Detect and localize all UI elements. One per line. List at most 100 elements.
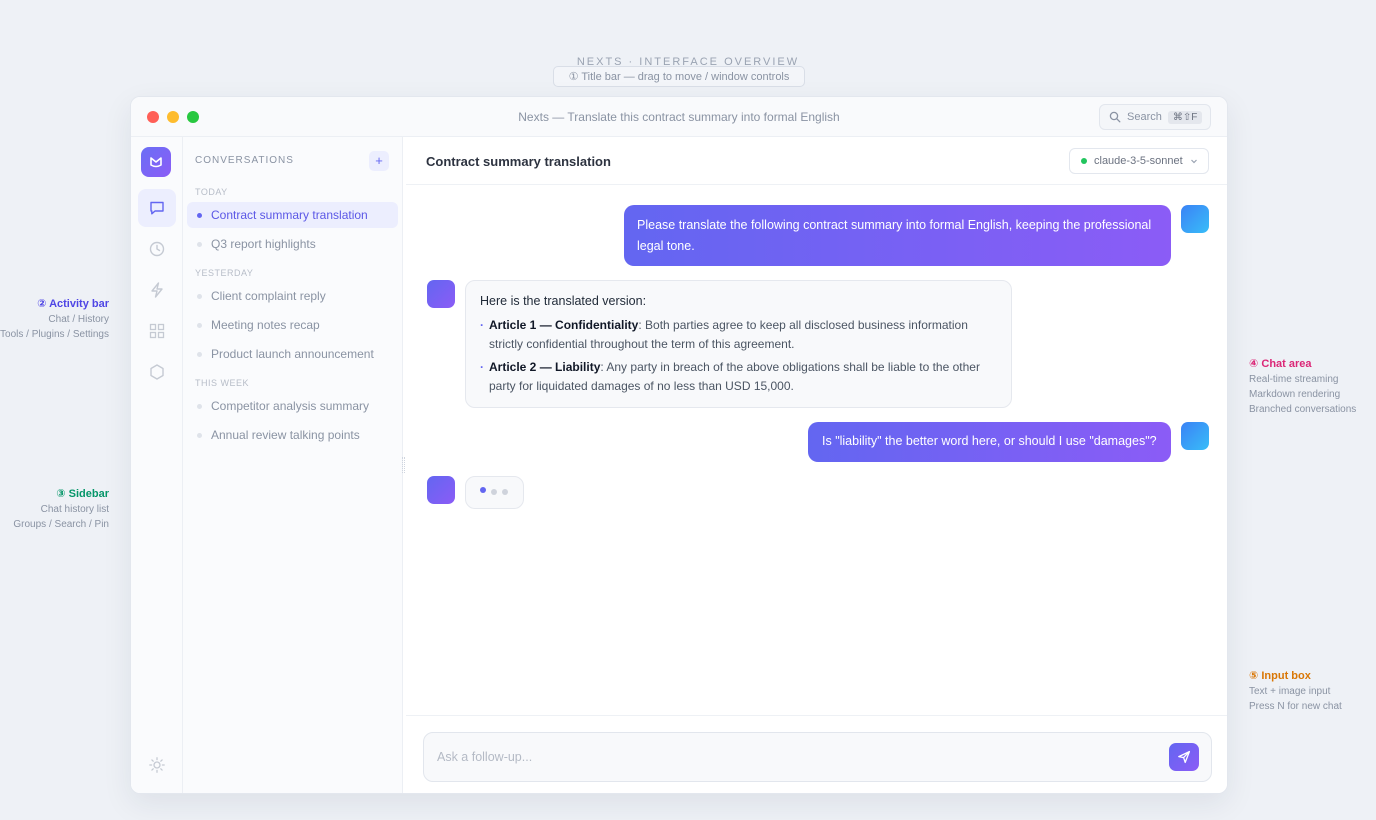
annotation-chat-area: ④ Chat area Real-time streaming Markdown… (1249, 356, 1356, 417)
conversation-dot (197, 351, 202, 357)
typing-indicator (465, 476, 524, 509)
conversation-dot (197, 212, 202, 218)
annotation-chat-area-line1: Real-time streaming (1249, 374, 1339, 385)
conversation-dot (197, 293, 202, 299)
titlebar-callout: ① Title bar — drag to move / window cont… (553, 66, 805, 87)
activity-tools-button[interactable] (138, 271, 176, 309)
bullet-heading: Article 1 — Confidentiality (489, 318, 639, 332)
annotation-chat-area-line2: Markdown rendering (1249, 389, 1341, 400)
conversation-item[interactable]: Annual review talking points (187, 422, 398, 448)
input-area (406, 715, 1227, 793)
conversation-dot (197, 322, 202, 328)
history-icon (149, 241, 165, 257)
sun-icon (149, 757, 165, 773)
annotation-chat-area-title: ④ Chat area (1249, 358, 1312, 370)
overview-title: NEXTS · INTERFACE OVERVIEW (576, 56, 800, 66)
annotation-input-box-line2: Press N for new chat (1249, 701, 1342, 712)
chat-header: Contract summary translation claude-3-5-… (406, 137, 1227, 185)
annotation-input-box: ⑤ Input box Text + image input Press N f… (1249, 668, 1342, 714)
hexagon-icon (150, 364, 164, 380)
activity-plugins-button[interactable] (138, 312, 176, 350)
send-button[interactable] (1169, 743, 1199, 771)
conversation-title: Competitor analysis summary (211, 399, 370, 413)
model-status-dot (1081, 158, 1087, 164)
annotation-input-box-line1: Text + image input (1249, 686, 1331, 697)
message-input-box[interactable] (423, 732, 1212, 782)
window-title: Nexts — Translate this contract summary … (518, 110, 840, 124)
assistant-message: Here is the translated version: · Articl… (465, 280, 1012, 408)
assistant-avatar (427, 280, 455, 308)
conversations-header: CONVERSATIONS (195, 155, 294, 166)
annotation-activity-bar-title: ② Activity bar (37, 298, 109, 310)
title-bar[interactable]: Nexts — Translate this contract summary … (131, 97, 1227, 137)
conversation-title: Client complaint reply (211, 289, 326, 303)
logo-icon[interactable] (141, 147, 171, 177)
activity-extensions-button[interactable] (138, 353, 176, 391)
conversation-item[interactable]: Meeting notes recap (187, 312, 398, 338)
sidebar: CONVERSATIONS + TODAY Contract summary t… (183, 137, 403, 793)
user-message: Please translate the following contract … (624, 205, 1171, 266)
message-input[interactable] (437, 733, 1157, 781)
assistant-avatar (427, 476, 455, 504)
annotation-activity-bar-line1: Chat / History (48, 314, 109, 325)
annotation-sidebar-title: ③ Sidebar (56, 488, 109, 500)
annotation-activity-bar: ② Activity bar Chat / History Tools / Pl… (0, 296, 109, 342)
chevron-down-icon (1190, 159, 1197, 164)
typing-dot (480, 487, 486, 493)
typing-dot (502, 489, 508, 495)
chat-area: Contract summary translation claude-3-5-… (406, 137, 1227, 793)
translation-bullet: · Article 1 — Confidentiality: Both part… (480, 316, 997, 354)
bullet-heading: Article 2 — Liability (489, 360, 601, 374)
user-message-text: Please translate the following contract … (637, 218, 1152, 253)
conversation-title: Meeting notes recap (211, 318, 320, 332)
annotation-input-box-title: ⑤ Input box (1249, 670, 1311, 682)
search-button[interactable]: Search ⌘⇧F (1099, 104, 1211, 130)
annotation-sidebar-line2: Groups / Search / Pin (13, 519, 109, 530)
user-avatar (1181, 205, 1209, 233)
conversation-item[interactable]: Q3 report highlights (187, 231, 398, 257)
search-label: Search (1127, 111, 1162, 123)
search-shortcut: ⌘⇧F (1167, 110, 1203, 124)
conversation-title: Annual review talking points (211, 428, 360, 442)
conversation-item[interactable]: Client complaint reply (187, 283, 398, 309)
app-window: Nexts — Translate this contract summary … (130, 96, 1228, 794)
search-icon (1109, 111, 1121, 123)
user-message-text: Is "liability" the better word here, or … (822, 434, 1157, 448)
conversation-item[interactable]: Competitor analysis summary (187, 393, 398, 419)
conversation-title: Contract summary translation (211, 208, 368, 222)
typing-dot (491, 489, 497, 495)
bolt-icon (151, 282, 163, 298)
conversation-item-active[interactable]: Contract summary translation (187, 202, 398, 228)
activity-bar (131, 137, 183, 793)
chat-icon (150, 201, 164, 215)
conversation-title: Q3 report highlights (211, 237, 316, 251)
model-selector[interactable]: claude-3-5-sonnet (1069, 148, 1209, 174)
conversation-dot (197, 241, 202, 247)
activity-chat-button[interactable] (138, 189, 176, 227)
bullet-marker: · (480, 318, 484, 332)
conversation-item[interactable]: Product launch announcement (187, 341, 398, 367)
group-label-this-week: THIS WEEK (195, 378, 250, 388)
new-conversation-button[interactable]: + (369, 151, 389, 171)
bullet-marker: · (480, 360, 484, 374)
activity-history-button[interactable] (138, 230, 176, 268)
annotation-sidebar: ③ Sidebar Chat history list Groups / Sea… (13, 486, 109, 532)
group-label-today: TODAY (195, 187, 228, 197)
conversation-dot (197, 403, 202, 409)
activity-settings-button[interactable] (138, 746, 176, 784)
chat-title: Contract summary translation (426, 154, 611, 169)
sidebar-resize-handle[interactable] (402, 457, 405, 473)
send-icon (1178, 750, 1191, 764)
grid-icon (149, 323, 165, 339)
conversation-dot (197, 432, 202, 438)
translation-bullet: · Article 2 — Liability: Any party in br… (480, 358, 997, 396)
annotation-activity-bar-line2: Tools / Plugins / Settings (0, 329, 109, 340)
user-message: Is "liability" the better word here, or … (808, 422, 1171, 462)
assistant-intro: Here is the translated version: (480, 294, 647, 308)
conversation-title: Product launch announcement (211, 347, 374, 361)
annotation-chat-area-line3: Branched conversations (1249, 404, 1357, 415)
user-avatar (1181, 422, 1209, 450)
group-label-yesterday: YESTERDAY (195, 268, 254, 278)
annotation-sidebar-line1: Chat history list (40, 504, 109, 515)
model-name: claude-3-5-sonnet (1094, 155, 1183, 167)
